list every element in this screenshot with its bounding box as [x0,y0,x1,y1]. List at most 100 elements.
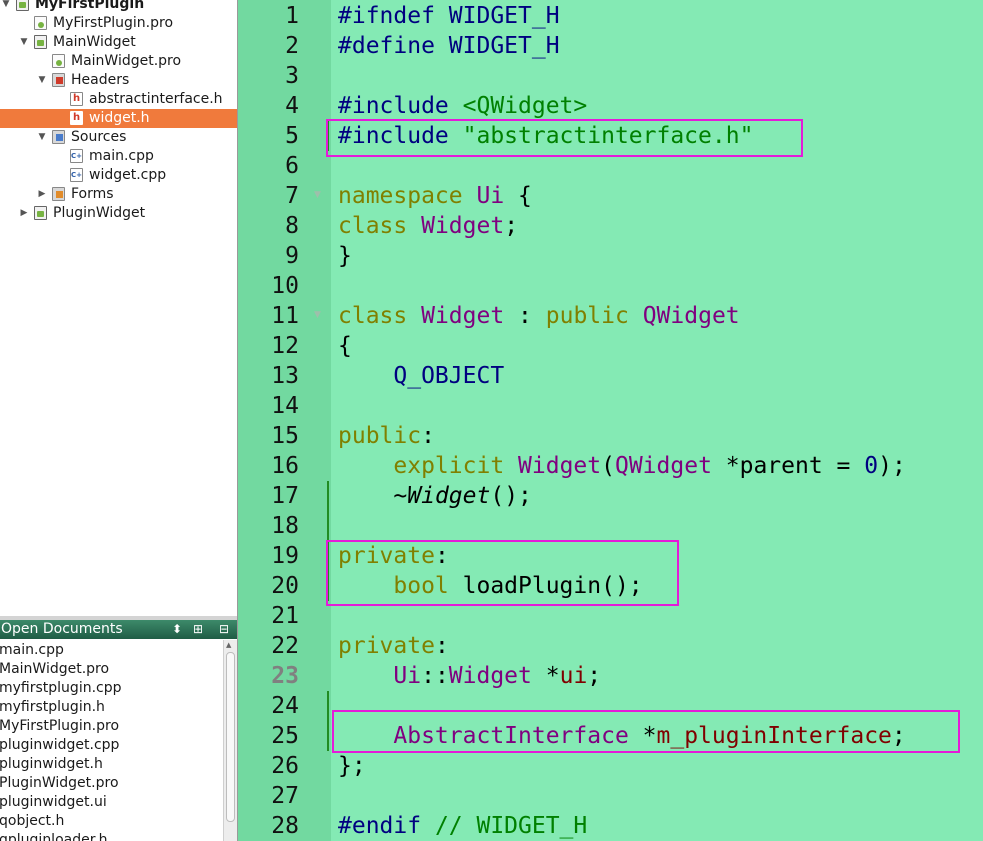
line-number-gutter: 1 2 3 4 5 6 7 8 9 10 11 12 13 14 15 16 17 18 19 20 21 22 23 24 2… [238,0,331,841]
code-editor[interactable]: 1 2 3 4 5 6 7 8 9 10 11 12 13 14 15 16 17 18 19 20 21 22 23 24 2… [238,0,983,841]
code-line[interactable]: #ifndef WIDGET_H [338,1,560,31]
line-number: 12 [271,333,299,359]
code-token: QWidget [614,453,712,479]
tree-item-label: Sources [71,129,127,145]
code-token: : [434,633,449,659]
scrollbar-thumb[interactable] [226,652,235,822]
code-line[interactable]: class Widget : public QWidget [338,301,740,331]
code-token: ui [559,663,588,689]
code-line[interactable]: Ui::Widget *ui; [338,661,601,691]
collapse-arrow-icon[interactable]: ▶ [19,204,29,223]
code-line[interactable]: }; [338,751,366,781]
tree-item-label: main.cpp [89,148,154,164]
highlight-box-plugininterface [332,710,960,753]
code-token: }; [338,753,366,779]
open-document-item[interactable]: MainWidget.pro [0,660,109,679]
code-line[interactable]: namespace Ui { [338,181,532,211]
tree-item[interactable]: C+ main.cpp [0,147,237,166]
open-document-item[interactable]: pluginwidget.ui [0,793,107,812]
project-tree[interactable]: ▼ MyFirstPlugin MyFirstPlugin.pro ▼ MainWidg… [0,0,237,616]
code-line[interactable]: ~Widget(); [338,481,532,511]
code-line[interactable]: explicit Widget(QWidget *parent = 0); [338,451,906,481]
code-token: class [338,213,408,239]
expand-arrow-icon[interactable]: ▼ [1,0,11,14]
code-token: Q_OBJECT [393,363,505,389]
tree-item[interactable]: ▼ MyFirstPlugin [0,0,237,14]
tree-item[interactable]: ▼ MainWidget [0,33,237,52]
code-token: QWidget [642,303,740,329]
line-number: 27 [271,783,299,809]
expand-arrow-icon[interactable]: ▼ [37,128,47,147]
code-token: #include [338,93,463,119]
open-document-item[interactable]: main.cpp [0,641,64,660]
split-icon[interactable]: ⊞ [193,620,203,639]
code-token: { [504,183,532,209]
code-line[interactable]: Q_OBJECT [338,361,504,391]
scroll-up-icon[interactable]: ▲ [226,641,231,649]
code-token: <QWidget> [462,93,588,119]
open-document-item[interactable]: qpluginloader.h [0,831,108,841]
tree-item[interactable]: ▶ PluginWidget [0,204,237,223]
line-number: 18 [271,513,299,539]
code-line[interactable]: #define WIDGET_H [338,31,560,61]
open-document-item[interactable]: qobject.h [0,812,64,831]
tree-item[interactable]: C+ widget.cpp [0,166,237,185]
tree-item-label: PluginWidget [53,205,146,221]
expand-arrow-icon[interactable]: ▼ [37,71,47,90]
code-token: ~ [338,483,408,509]
cpp-file-icon: C+ [70,168,83,182]
fold-marker-icon[interactable]: ▼ [314,190,321,200]
code-line[interactable]: { [338,331,352,361]
tree-item-label: abstractinterface.h [89,91,223,107]
tree-item[interactable]: h widget.h [0,109,237,128]
code-token: ; [504,213,519,239]
code-line[interactable]: } [338,241,352,271]
code-token: ); [878,453,906,479]
code-line[interactable]: #include <QWidget> [338,91,587,121]
code-token: ; [587,663,602,689]
line-number: 9 [285,243,299,269]
code-line[interactable]: class Widget; [338,211,518,241]
line-number: 14 [271,393,299,419]
line-number: 28 [271,813,299,839]
close-panel-icon[interactable]: ⊟ [219,620,229,639]
tree-item-label: Headers [71,72,130,88]
open-document-item[interactable]: pluginwidget.cpp [0,736,119,755]
tree-item[interactable]: h abstractinterface.h [0,90,237,109]
tree-item[interactable]: ▶ Forms [0,185,237,204]
expand-arrow-icon[interactable]: ▼ [19,33,29,52]
code-token: *parent = [711,453,865,479]
collapse-arrow-icon[interactable]: ▶ [37,185,47,204]
open-document-item[interactable]: PluginWidget.pro [0,774,119,793]
open-document-item[interactable]: pluginwidget.h [0,755,103,774]
view-selector-icon[interactable]: ⬍ [172,620,182,639]
tree-item[interactable]: ▼ Headers [0,71,237,90]
line-number: 23 [271,663,299,689]
open-documents-header: Open Documents ⬍ ⊞ ⊟ [0,620,237,639]
code-line[interactable]: #endif // WIDGET_H [338,811,587,841]
tree-item-label: MyFirstPlugin.pro [53,15,174,31]
code-line[interactable]: private: [338,631,449,661]
open-documents-scrollbar[interactable]: ▲ [223,640,237,841]
code-token: class [338,303,408,329]
tree-item-label: Forms [71,186,114,202]
code-token: #endif [338,813,435,839]
tree-item[interactable]: MyFirstPlugin.pro [0,14,237,33]
code-token: public [338,423,422,449]
open-document-item[interactable]: MyFirstPlugin.pro [0,717,119,736]
fold-marker-icon[interactable]: ▼ [314,310,321,320]
tree-item-label: widget.h [89,110,150,126]
open-document-item[interactable]: myfirstplugin.h [0,698,105,717]
code-line[interactable]: public: [338,421,435,451]
line-number: 10 [271,273,299,299]
tree-item[interactable]: ▼ Sources [0,128,237,147]
tree-item[interactable]: MainWidget.pro [0,52,237,71]
open-document-item[interactable]: myfirstplugin.cpp [0,679,122,698]
header-file-icon: h [70,92,83,106]
code-token: Widget [421,303,505,329]
code-token: : [504,303,546,329]
